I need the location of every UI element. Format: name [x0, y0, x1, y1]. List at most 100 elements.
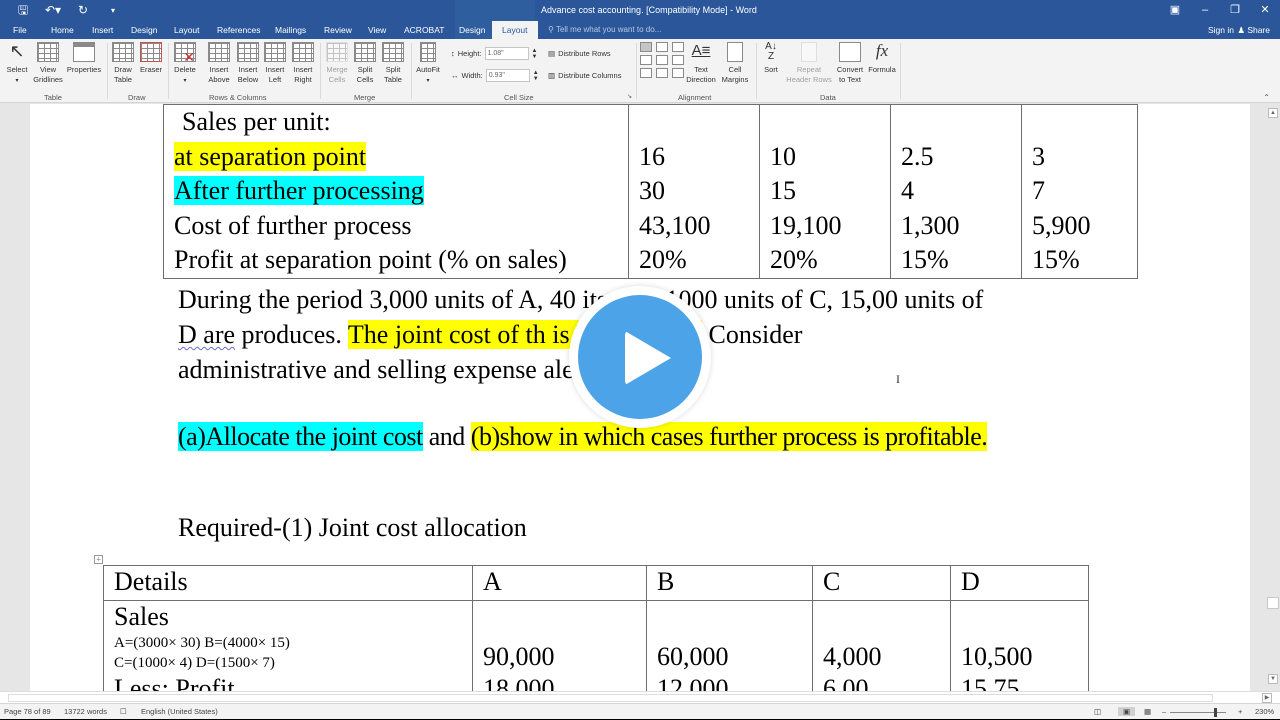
tell-me-search[interactable]: ⚲ Tell me what you want to do...: [548, 21, 661, 39]
tab-view[interactable]: View: [368, 21, 386, 39]
product-c-cell: 4,000 6,00: [812, 600, 951, 691]
zoom-level[interactable]: 230%: [1255, 707, 1274, 716]
repeat-header-rows-button[interactable]: Repeat Header Rows: [785, 42, 833, 85]
height-input[interactable]: 1.08": [484, 47, 529, 60]
scroll-down-icon[interactable]: ▼: [1268, 674, 1278, 684]
width-input[interactable]: 0.93": [485, 69, 530, 82]
zoom-out-icon[interactable]: –: [1162, 707, 1166, 716]
draw-table-button[interactable]: Draw Table: [111, 42, 135, 85]
split-cells-button[interactable]: Split Cells: [352, 42, 378, 85]
zoom-in-icon[interactable]: +: [1238, 707, 1242, 716]
close-icon[interactable]: ✕: [1250, 0, 1280, 21]
distribute-columns-icon: ▥: [548, 71, 556, 80]
insert-above-icon: [208, 42, 230, 62]
tab-table-layout[interactable]: Layout: [492, 21, 538, 39]
group-separator: [107, 43, 108, 99]
insert-left-button[interactable]: Insert Left: [263, 42, 287, 85]
print-layout-icon[interactable]: ▣: [1118, 707, 1136, 716]
draw-table-label: Draw Table: [114, 65, 132, 84]
value: 4: [901, 176, 914, 205]
text-direction-button[interactable]: A≡ Text Direction: [684, 42, 718, 85]
tab-review[interactable]: Review: [324, 21, 352, 39]
properties-button[interactable]: Properties: [65, 42, 103, 75]
cell-size-dialog-launcher[interactable]: ↘: [627, 93, 632, 100]
restore-icon[interactable]: ❐: [1220, 0, 1250, 21]
web-layout-icon[interactable]: ▦: [1144, 707, 1151, 716]
value: 3: [1032, 141, 1045, 171]
insert-below-button[interactable]: Insert Below: [234, 42, 262, 85]
word-count[interactable]: 13722 words: [64, 707, 107, 716]
align-center-left[interactable]: [640, 55, 652, 65]
tab-references[interactable]: References: [217, 21, 260, 39]
value: 20%: [770, 245, 818, 274]
autofit-button[interactable]: AutoFit ▾: [413, 42, 443, 86]
formula-button[interactable]: fx Formula: [866, 42, 898, 75]
align-bottom-left[interactable]: [640, 68, 652, 78]
cell-margins-button[interactable]: Cell Margins: [719, 42, 751, 85]
customize-icon[interactable]: ▾: [98, 2, 128, 19]
page-count[interactable]: Page 78 of 89: [4, 707, 51, 716]
delete-button[interactable]: ✕ Delete ▾: [172, 42, 198, 86]
merge-group-label: Merge: [354, 93, 376, 102]
share-button[interactable]: ♟ Share: [1237, 21, 1270, 39]
align-center-right[interactable]: [672, 55, 684, 65]
scroll-right-icon[interactable]: ▶: [1262, 693, 1272, 703]
minimize-icon[interactable]: –: [1190, 0, 1220, 21]
width-spinner[interactable]: ▲ ▼: [533, 70, 539, 82]
zoom-slider-thumb[interactable]: [1214, 708, 1217, 717]
redo-icon[interactable]: ↻: [68, 2, 98, 19]
insert-above-button[interactable]: Insert Above: [205, 42, 233, 85]
scroll-thumb[interactable]: [1267, 597, 1279, 609]
proofing-icon[interactable]: ☐: [120, 707, 127, 716]
table-group-label: Table: [44, 93, 62, 102]
tab-acrobat[interactable]: ACROBAT: [404, 21, 444, 39]
table-move-handle-icon[interactable]: +: [94, 555, 103, 564]
tab-home[interactable]: Home: [51, 21, 74, 39]
tab-design[interactable]: Design: [131, 21, 157, 39]
convert-to-text-button[interactable]: Convert to Text: [834, 42, 866, 85]
group-separator: [636, 43, 637, 99]
undo-icon[interactable]: ↶▾: [38, 2, 68, 19]
split-table-icon: [382, 42, 404, 62]
tab-insert[interactable]: Insert: [92, 21, 113, 39]
eraser-button[interactable]: Eraser: [139, 42, 163, 75]
sales-value: 90,000: [483, 642, 555, 671]
distribute-columns-button[interactable]: ▥ Distribute Columns: [548, 71, 621, 80]
height-spinner[interactable]: ▲ ▼: [532, 48, 538, 60]
align-top-center[interactable]: [656, 42, 668, 52]
gridlines-icon: [37, 42, 59, 62]
view-gridlines-button[interactable]: View Gridlines: [32, 42, 64, 85]
align-bottom-center[interactable]: [656, 68, 668, 78]
align-bottom-right[interactable]: [672, 68, 684, 78]
header-cell: D: [950, 565, 1089, 601]
tab-mailings[interactable]: Mailings: [275, 21, 306, 39]
tab-file[interactable]: File: [13, 21, 27, 39]
width-label: Width:: [461, 71, 483, 80]
horizontal-scrollbar[interactable]: ▶: [0, 691, 1280, 703]
language[interactable]: English (United States): [141, 707, 218, 716]
collapse-ribbon-icon[interactable]: ⌃: [1263, 93, 1270, 102]
align-center[interactable]: [656, 55, 668, 65]
video-play-button[interactable]: [569, 286, 711, 428]
sort-button[interactable]: A↓ Z Sort: [760, 42, 782, 75]
zoom-slider[interactable]: [1170, 712, 1226, 713]
align-top-left[interactable]: [640, 42, 652, 52]
distribute-rows-button[interactable]: ▤ Distribute Rows: [548, 49, 611, 58]
save-icon[interactable]: 🖫: [8, 2, 38, 19]
sign-in-link[interactable]: Sign in: [1208, 21, 1234, 39]
title-bar: 🖫 ↶▾ ↻ ▾ Table Tools Advance cost accoun…: [0, 0, 1280, 39]
insert-right-button[interactable]: Insert Right: [290, 42, 316, 85]
ribbon-display-icon[interactable]: ▣: [1160, 0, 1190, 21]
read-mode-icon[interactable]: ◫: [1094, 707, 1101, 716]
select-button[interactable]: ↖ Select ▾: [4, 42, 30, 86]
tab-table-design[interactable]: Design: [459, 21, 485, 39]
table-row: Sales A=(3000× 30) B=(4000× 15) C=(1000×…: [103, 600, 1089, 691]
align-top-right[interactable]: [672, 42, 684, 52]
merge-cells-button[interactable]: Merge Cells: [324, 42, 350, 85]
tab-layout[interactable]: Layout: [174, 21, 200, 39]
vertical-scrollbar[interactable]: ▲ ▼: [1266, 104, 1280, 691]
scroll-up-icon[interactable]: ▲: [1268, 108, 1278, 118]
scroll-track[interactable]: [8, 694, 1213, 702]
group-separator: [320, 43, 321, 99]
split-table-button[interactable]: Split Table: [380, 42, 406, 85]
